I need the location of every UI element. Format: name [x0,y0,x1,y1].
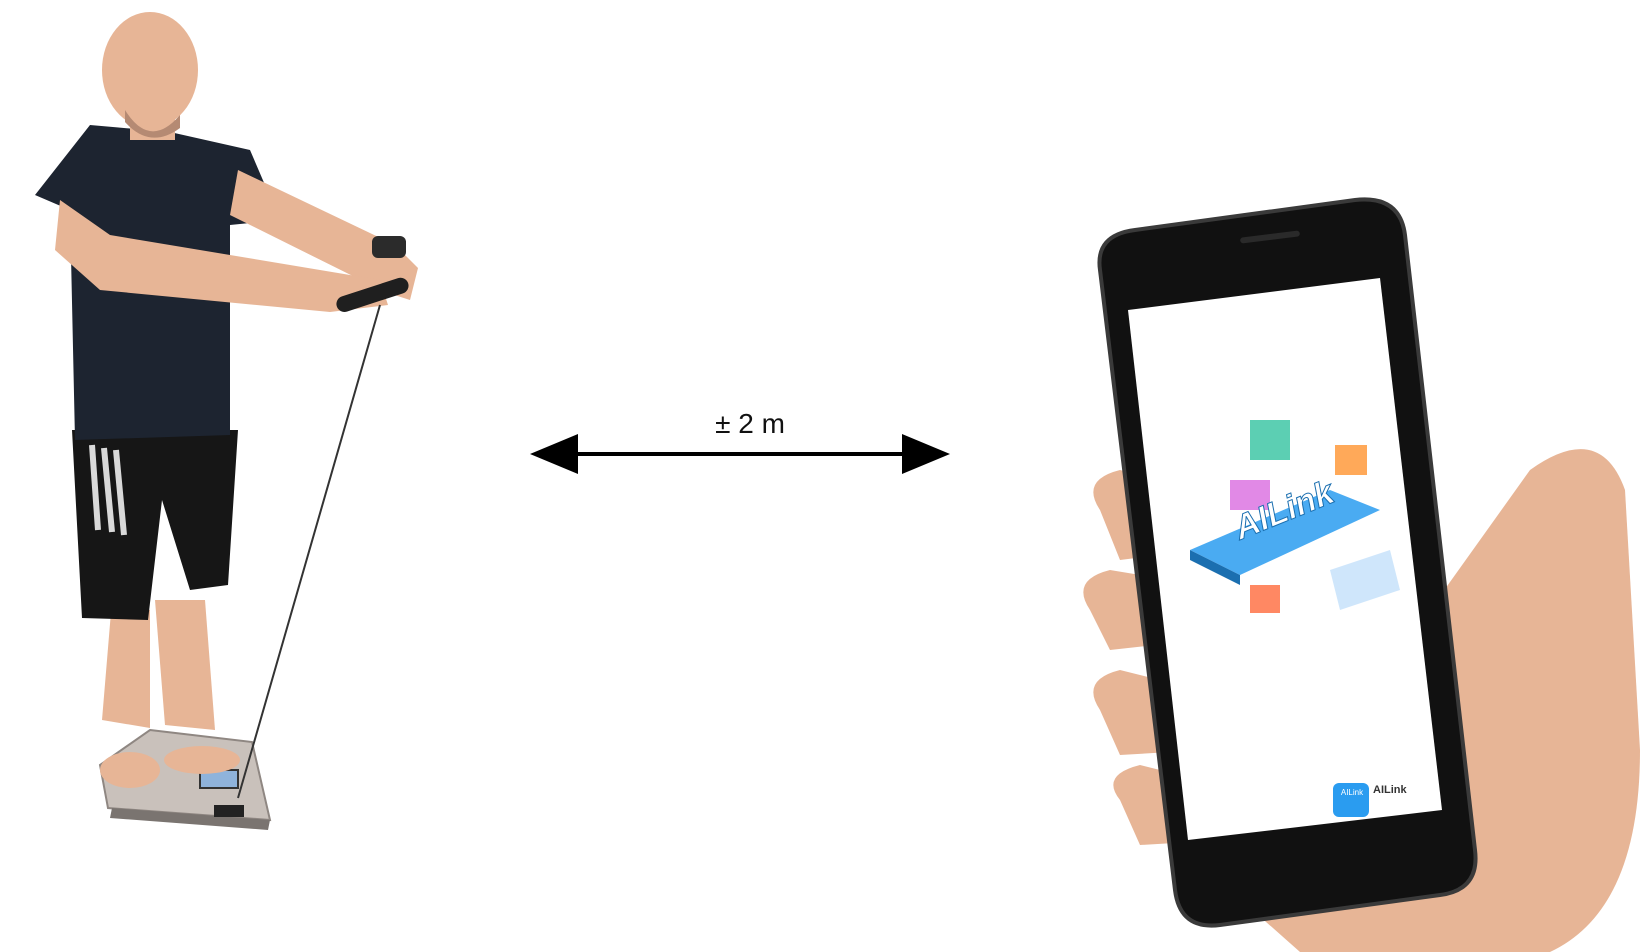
phone-in-hand-illustration: AILink [1083,197,1640,952]
legs [100,600,240,788]
left-arrowhead-icon [530,434,578,474]
handle-with-cable [237,277,409,799]
shorts [72,430,238,620]
distance-label: ± 2 m [715,408,785,439]
scene: ± 2 m AILink AILink AILink [0,0,1650,952]
wristwatch [372,236,406,258]
person-on-scale-illustration [35,12,418,830]
head [102,12,198,140]
right-arrowhead-icon [902,434,950,474]
app-brand-name: AILink [1373,784,1407,796]
app-logo-text: AILink [1340,788,1364,797]
